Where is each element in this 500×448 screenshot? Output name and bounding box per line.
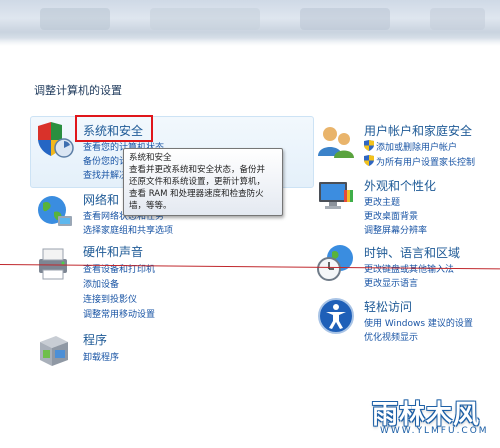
tooltip-line: 查看 RAM 和处理器速度和检查防火 — [129, 189, 264, 199]
appearance-title[interactable]: 外观和个性化 — [364, 177, 436, 194]
link-change-background[interactable]: 更改桌面背景 — [364, 209, 418, 222]
link-screen-resolution[interactable]: 调整屏幕分辨率 — [364, 223, 427, 236]
link-homegroup-sharing[interactable]: 选择家庭组和共享选项 — [83, 223, 173, 236]
hardware-sound-title[interactable]: 硬件和声音 — [83, 243, 143, 260]
link-uninstall-program[interactable]: 卸载程序 — [83, 350, 119, 363]
appearance-icon[interactable] — [316, 176, 356, 216]
link-parental-controls[interactable]: 为所有用户设置家长控制 — [364, 155, 475, 168]
link-add-remove-accounts-label: 添加或删除用户帐户 — [376, 143, 458, 153]
tooltip-line: 查看并更改系统和安全状态，备份并 — [129, 165, 266, 175]
link-mobility-settings[interactable]: 调整常用移动设置 — [83, 307, 155, 320]
watermark-logo: 雨林木风 WWW.YLMFU.COM — [366, 392, 496, 442]
programs-icon[interactable] — [34, 330, 74, 370]
user-accounts-icon[interactable] — [316, 122, 356, 162]
ease-of-access-icon[interactable] — [316, 296, 356, 336]
header-blur-block — [40, 8, 110, 30]
tooltip-line: 墙，等等。 — [129, 201, 172, 211]
link-add-remove-accounts[interactable]: 添加或删除用户帐户 — [364, 140, 457, 153]
uac-shield-icon — [364, 155, 374, 166]
programs-title[interactable]: 程序 — [83, 331, 107, 348]
clock-language-icon[interactable] — [316, 242, 356, 282]
uac-shield-icon — [364, 140, 374, 151]
header-fade — [0, 38, 500, 46]
network-internet-icon[interactable] — [34, 192, 74, 232]
header-blur-block — [430, 8, 485, 30]
header-blur-block — [150, 8, 260, 30]
system-security-icon[interactable] — [34, 120, 74, 160]
link-optimize-video[interactable]: 优化视频显示 — [364, 330, 418, 343]
watermark-url: WWW.YLMFU.COM — [380, 426, 489, 436]
link-connect-projector[interactable]: 连接到投影仪 — [83, 292, 137, 305]
link-recommended-settings[interactable]: 使用 Windows 建议的设置 — [364, 316, 473, 329]
red-highlight-annotation — [75, 115, 153, 142]
tooltip-line: 还原文件和系统设置，更新计算机， — [129, 177, 266, 187]
link-change-theme[interactable]: 更改主题 — [364, 195, 400, 208]
link-change-display-language[interactable]: 更改显示语言 — [364, 276, 418, 289]
link-add-device[interactable]: 添加设备 — [83, 277, 119, 290]
system-security-tooltip: 系统和安全 查看并更改系统和安全状态，备份并 还原文件和系统设置，更新计算机， … — [123, 148, 283, 216]
link-parental-controls-label: 为所有用户设置家长控制 — [376, 158, 476, 168]
hardware-sound-icon[interactable] — [34, 243, 74, 283]
ease-of-access-title[interactable]: 轻松访问 — [364, 298, 412, 315]
clock-language-title[interactable]: 时钟、语言和区域 — [364, 244, 460, 261]
header-blur-block — [300, 8, 390, 30]
tooltip-title: 系统和安全 — [129, 153, 172, 163]
user-accounts-title[interactable]: 用户帐户和家庭安全 — [364, 122, 472, 139]
page-title: 调整计算机的设置 — [34, 84, 122, 97]
window-header-blurred — [0, 0, 500, 46]
